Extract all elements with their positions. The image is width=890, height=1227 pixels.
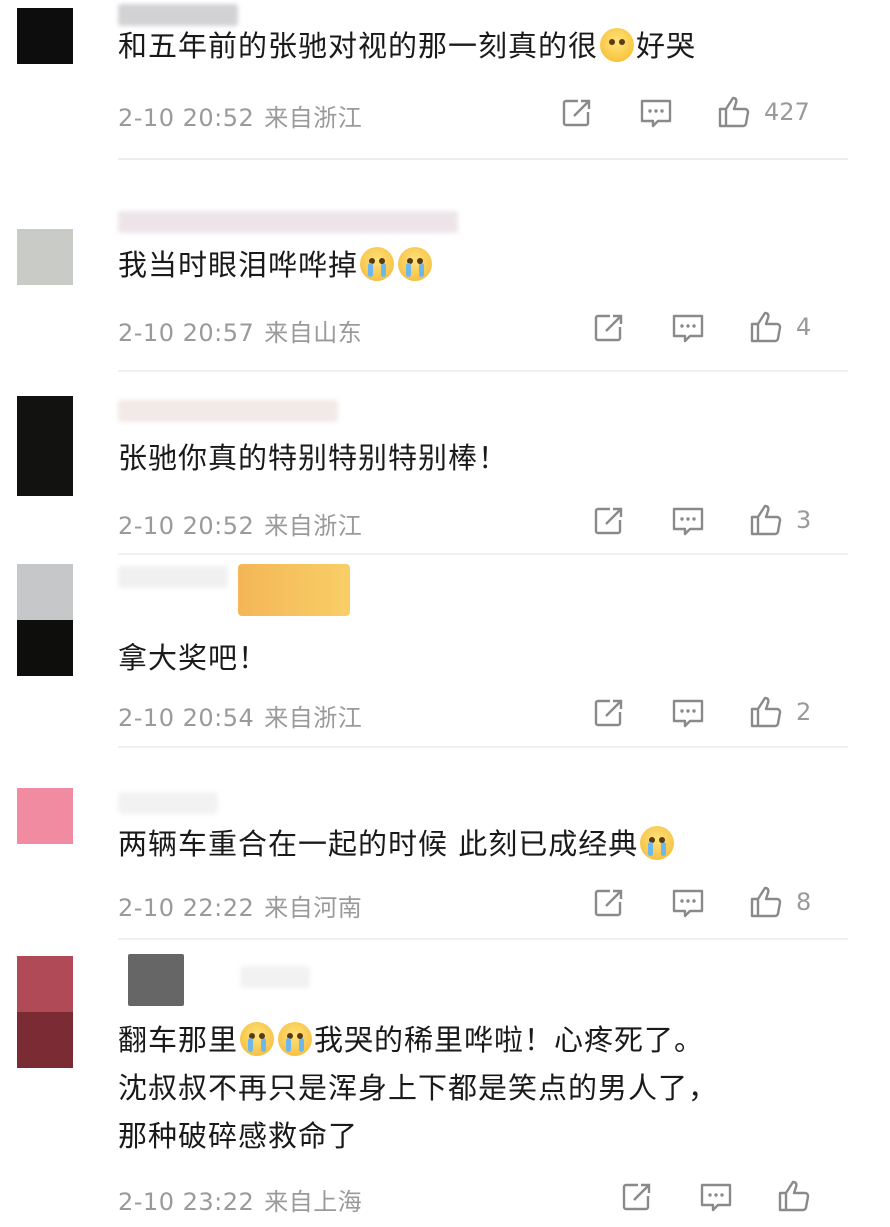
like-button[interactable] xyxy=(748,884,784,920)
username[interactable] xyxy=(118,400,338,422)
comment-location: 来自浙江 xyxy=(264,104,363,132)
username[interactable] xyxy=(118,566,228,588)
like-count: 8 xyxy=(796,888,812,916)
comment-text: 两辆车重合在一起的时候 此刻已成经典 xyxy=(118,822,818,867)
comment-text: 拿大奖吧！ xyxy=(118,641,269,675)
crying-face-emoji xyxy=(640,826,675,860)
comment-location: 来自山东 xyxy=(264,319,363,347)
like-button[interactable] xyxy=(748,309,784,345)
share-icon xyxy=(594,507,623,535)
comment-text: 我当时眼泪哗哗掉 xyxy=(118,243,818,288)
username[interactable] xyxy=(118,792,218,814)
comment-date: 2-10 20:52 xyxy=(118,104,255,132)
thumbs-up-icon xyxy=(778,1180,810,1212)
avatar[interactable] xyxy=(17,956,73,1068)
avatar[interactable] xyxy=(17,8,73,64)
share-icon xyxy=(622,1183,651,1211)
share-icon xyxy=(594,314,623,342)
thumbs-up-icon xyxy=(750,311,782,343)
comment-button[interactable] xyxy=(670,886,706,920)
divider xyxy=(118,746,848,748)
comment-item: 翻车那里 我哭的稀里哗啦！心疼死了。 沈叔叔不再只是浑身上下都是笑点的男人了， 那… xyxy=(0,950,890,1227)
share-icon xyxy=(594,889,623,917)
comment-item: 拿大奖吧！ 2-10 20:54 来自浙江 2 xyxy=(0,560,890,750)
comment-button[interactable] xyxy=(698,1180,734,1214)
crying-face-emoji xyxy=(240,1022,275,1056)
share-button[interactable] xyxy=(592,696,626,730)
share-button[interactable] xyxy=(560,96,594,130)
divider xyxy=(118,553,848,555)
comment-location: 来自上海 xyxy=(264,1188,363,1216)
thumbs-up-icon xyxy=(718,96,750,128)
comment-meta: 2-10 20:52 来自浙江 xyxy=(118,98,362,133)
username-avatar-block[interactable] xyxy=(128,954,184,1006)
comment-text: 和五年前的张驰对视的那一刻真的很 好哭 xyxy=(118,28,697,63)
share-button[interactable] xyxy=(592,504,626,538)
comment-date: 2-10 22:22 xyxy=(118,894,255,922)
comment-date: 2-10 20:57 xyxy=(118,319,255,347)
like-button[interactable] xyxy=(716,94,752,130)
thumbs-up-icon xyxy=(750,504,782,536)
comment-meta: 2-10 23:22 来自上海 xyxy=(118,1182,362,1217)
share-icon xyxy=(594,699,623,727)
comment-item: 和五年前的张驰对视的那一刻真的很 好哭 2-10 20:52 来自浙江 427 xyxy=(0,0,890,160)
comment-button[interactable] xyxy=(670,504,706,538)
comment-icon xyxy=(672,699,704,728)
avatar[interactable] xyxy=(17,229,73,285)
comment-date: 2-10 20:52 xyxy=(118,512,255,540)
avatar[interactable] xyxy=(17,564,73,676)
username[interactable] xyxy=(118,211,458,233)
comment-date: 2-10 20:54 xyxy=(118,704,255,732)
comment-meta: 2-10 22:22 来自河南 xyxy=(118,888,362,923)
username[interactable] xyxy=(240,966,310,988)
share-button[interactable] xyxy=(592,886,626,920)
avatar[interactable] xyxy=(17,396,73,496)
comment-text: 张驰你真的特别特别特别棒！ xyxy=(118,441,509,475)
comment-button[interactable] xyxy=(670,696,706,730)
like-count: 2 xyxy=(796,698,812,726)
comment-icon xyxy=(672,889,704,918)
comment-item: 张驰你真的特别特别特别棒！ 2-10 20:52 来自浙江 3 xyxy=(0,390,890,560)
avatar[interactable] xyxy=(17,788,73,844)
divider xyxy=(118,158,848,160)
comment-item: 两辆车重合在一起的时候 此刻已成经典 2-10 22:22 来自河南 8 xyxy=(0,780,890,940)
crying-face-emoji xyxy=(360,247,395,281)
crying-face-emoji xyxy=(278,1022,313,1056)
comment-location: 来自浙江 xyxy=(264,512,363,540)
thumbs-up-icon xyxy=(750,696,782,728)
username[interactable] xyxy=(118,4,238,26)
comment-icon xyxy=(700,1183,732,1212)
pleading-face-emoji xyxy=(600,28,635,62)
thumbs-up-icon xyxy=(750,886,782,918)
comment-meta: 2-10 20:54 来自浙江 xyxy=(118,698,362,733)
comment-meta: 2-10 20:52 来自浙江 xyxy=(118,506,362,541)
share-button[interactable] xyxy=(620,1180,654,1214)
like-button[interactable] xyxy=(748,502,784,538)
like-count: 4 xyxy=(796,313,812,341)
share-icon xyxy=(562,99,591,127)
member-badge xyxy=(238,564,350,616)
divider xyxy=(118,938,848,940)
like-count: 3 xyxy=(796,506,812,534)
comment-icon xyxy=(672,314,704,343)
comment-location: 来自河南 xyxy=(264,894,363,922)
comment-location: 来自浙江 xyxy=(264,704,363,732)
divider xyxy=(118,370,848,372)
comment-meta: 2-10 20:57 来自山东 xyxy=(118,313,362,348)
comment-item: 我当时眼泪哗哗掉 2-10 20:57 来自山东 4 xyxy=(0,195,890,375)
comment-icon xyxy=(672,507,704,536)
like-button[interactable] xyxy=(776,1178,812,1214)
like-button[interactable] xyxy=(748,694,784,730)
comment-button[interactable] xyxy=(638,96,674,130)
comment-icon xyxy=(640,99,672,128)
crying-face-emoji xyxy=(398,247,433,281)
comment-text: 翻车那里 我哭的稀里哗啦！心疼死了。 沈叔叔不再只是浑身上下都是笑点的男人了， 那… xyxy=(118,1022,719,1153)
like-count: 427 xyxy=(764,98,810,126)
share-button[interactable] xyxy=(592,311,626,345)
comment-date: 2-10 23:22 xyxy=(118,1188,255,1216)
comment-button[interactable] xyxy=(670,311,706,345)
